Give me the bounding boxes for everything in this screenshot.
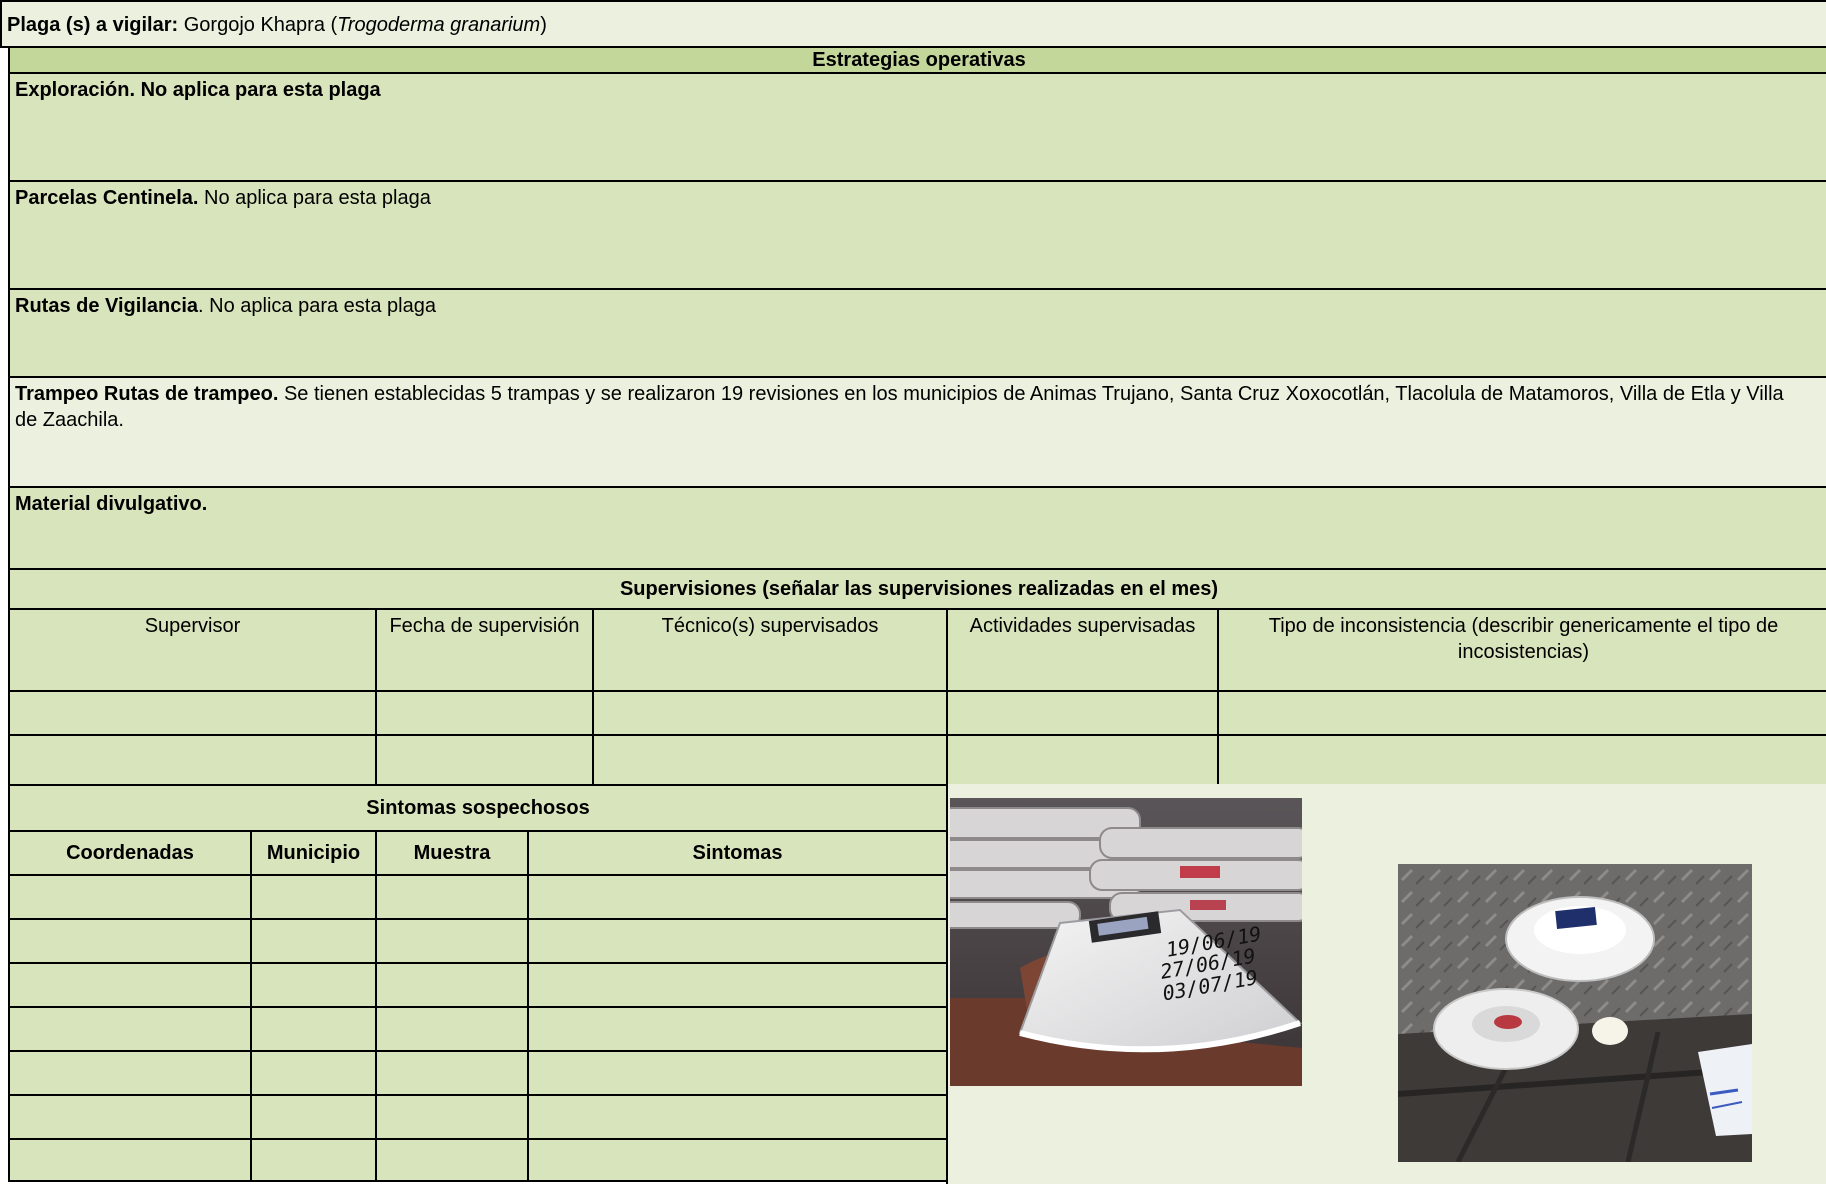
- sint-row-3-muestra[interactable]: [375, 962, 529, 1008]
- trampeo-label: Trampeo Rutas de trampeo.: [15, 383, 279, 405]
- sint-row-4-municipio[interactable]: [250, 1006, 377, 1052]
- sup-row-1-tecnicos[interactable]: [592, 690, 948, 736]
- sint-row-6-sintomas[interactable]: [527, 1094, 948, 1140]
- sint-row-5-coordenadas[interactable]: [8, 1050, 252, 1096]
- sint-col-muestra-label: Muestra: [413, 842, 491, 864]
- supervisiones-title: Supervisiones (señalar las supervisiones…: [619, 578, 1219, 600]
- sint-row-5-sintomas[interactable]: [527, 1050, 948, 1096]
- estrategias-title: Estrategias operativas: [812, 49, 1026, 71]
- sint-col-municipio-label: Municipio: [266, 842, 361, 864]
- sint-row-5-muestra[interactable]: [375, 1050, 529, 1096]
- estrategias-title-cell: Estrategias operativas: [8, 46, 1826, 74]
- sint-row-6-coordenadas[interactable]: [8, 1094, 252, 1140]
- plaga-common-name: Gorgojo Khapra (: [183, 14, 338, 36]
- exploracion-cell: Exploración. No aplica para esta plaga: [8, 72, 1826, 182]
- sint-row-2-coordenadas[interactable]: [8, 918, 252, 964]
- centinela-label: Parcelas Centinela.: [15, 187, 199, 209]
- sint-col-coordenadas-label: Coordenadas: [66, 842, 194, 864]
- sint-col-sintomas-label: Sintomas: [692, 842, 783, 864]
- sint-row-7-muestra[interactable]: [375, 1138, 529, 1182]
- sup-col-tecnicos-label: Técnico(s) supervisados: [661, 615, 879, 637]
- trampeo-text: Se tienen establecidas 5 trampas y se re…: [15, 383, 1784, 431]
- sint-row-1-coordenadas[interactable]: [8, 874, 252, 920]
- sup-col-fecha-label: Fecha de supervisión: [389, 615, 580, 637]
- sup-col-actividades: Actividades supervisadas: [946, 608, 1219, 692]
- rutas-cell: Rutas de Vigilancia. No aplica para esta…: [8, 288, 1826, 378]
- sint-row-7-sintomas[interactable]: [527, 1138, 948, 1182]
- sint-row-2-muestra[interactable]: [375, 918, 529, 964]
- sint-row-1-municipio[interactable]: [250, 874, 377, 920]
- centinela-cell: Parcelas Centinela. No aplica para esta …: [8, 180, 1826, 290]
- sup-row-1-actividades[interactable]: [946, 690, 1219, 736]
- sup-col-actividades-label: Actividades supervisadas: [969, 615, 1196, 637]
- plaga-close: ): [540, 14, 547, 36]
- sint-col-coordenadas: Coordenadas: [8, 830, 252, 876]
- sup-row-2-tecnicos[interactable]: [592, 734, 948, 786]
- sintomas-title-cell: Sintomas sospechosos: [8, 784, 948, 832]
- sint-row-4-sintomas[interactable]: [527, 1006, 948, 1052]
- sup-col-supervisor-label: Supervisor: [144, 615, 241, 637]
- rutas-label: Rutas de Vigilancia: [15, 295, 199, 317]
- trap-photo-2: [1398, 864, 1752, 1162]
- sup-row-2-supervisor[interactable]: [8, 734, 377, 786]
- plaga-row: Plaga (s) a vigilar: Gorgojo Khapra (Tro…: [0, 0, 1826, 48]
- sint-row-5-municipio[interactable]: [250, 1050, 377, 1096]
- sint-row-4-muestra[interactable]: [375, 1006, 529, 1052]
- sint-row-1-sintomas[interactable]: [527, 874, 948, 920]
- sup-row-1-fecha[interactable]: [375, 690, 594, 736]
- sintomas-title: Sintomas sospechosos: [366, 797, 590, 819]
- trap-photo-1: 19/06/19 27/06/19 03/07/19: [950, 798, 1302, 1086]
- trampeo-cell: Trampeo Rutas de trampeo. Se tienen esta…: [8, 376, 1826, 488]
- material-cell: Material divulgativo.: [8, 486, 1826, 570]
- sint-row-1-muestra[interactable]: [375, 874, 529, 920]
- sint-row-6-muestra[interactable]: [375, 1094, 529, 1140]
- sint-col-muestra: Muestra: [375, 830, 529, 876]
- sint-row-3-municipio[interactable]: [250, 962, 377, 1008]
- centinela-text: No aplica para esta plaga: [198, 187, 431, 209]
- plaga-label: Plaga (s) a vigilar:: [7, 14, 179, 36]
- plaga-scientific-name: Trogoderma granarium: [337, 14, 541, 36]
- sint-row-2-sintomas[interactable]: [527, 918, 948, 964]
- sint-col-sintomas: Sintomas: [527, 830, 948, 876]
- sup-row-2-inconsistencia[interactable]: [1217, 734, 1826, 786]
- sup-col-inconsistencia: Tipo de inconsistencia (describir generi…: [1217, 608, 1826, 692]
- exploracion-label: Exploración. No aplica para esta plaga: [15, 79, 381, 101]
- sint-row-7-municipio[interactable]: [250, 1138, 377, 1182]
- sint-row-4-coordenadas[interactable]: [8, 1006, 252, 1052]
- sup-row-2-actividades[interactable]: [946, 734, 1219, 786]
- sint-col-municipio: Municipio: [250, 830, 377, 876]
- sup-col-inconsistencia-label: Tipo de inconsistencia (describir generi…: [1268, 615, 1779, 663]
- sint-row-2-municipio[interactable]: [250, 918, 377, 964]
- material-label: Material divulgativo.: [15, 493, 208, 515]
- trap-photo-1-image: 19/06/19 27/06/19 03/07/19: [950, 798, 1302, 1086]
- supervisiones-title-cell: Supervisiones (señalar las supervisiones…: [8, 568, 1826, 610]
- sint-row-7-coordenadas[interactable]: [8, 1138, 252, 1182]
- sup-row-2-fecha[interactable]: [375, 734, 594, 786]
- sup-row-1-inconsistencia[interactable]: [1217, 690, 1826, 736]
- sup-row-1-supervisor[interactable]: [8, 690, 377, 736]
- sint-row-3-coordenadas[interactable]: [8, 962, 252, 1008]
- sint-row-3-sintomas[interactable]: [527, 962, 948, 1008]
- sup-col-supervisor: Supervisor: [8, 608, 377, 692]
- trap-photo-2-image: [1398, 864, 1752, 1162]
- rutas-text: . No aplica para esta plaga: [198, 295, 436, 317]
- sup-col-fecha: Fecha de supervisión: [375, 608, 594, 692]
- sint-row-6-municipio[interactable]: [250, 1094, 377, 1140]
- sup-col-tecnicos: Técnico(s) supervisados: [592, 608, 948, 692]
